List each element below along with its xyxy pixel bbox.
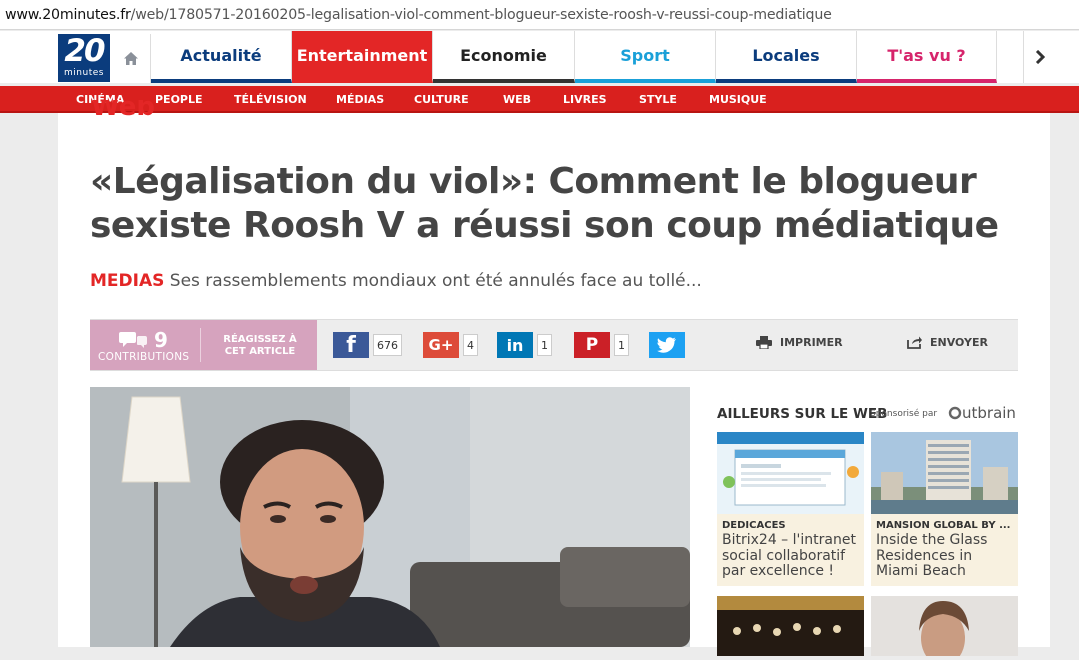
linkedin-icon: in [497,332,533,358]
pinterest-icon: P [574,332,610,358]
article-headline: «Légalisation du viol»: Comment le blogu… [90,160,1010,248]
subnav-culture[interactable]: CULTURE [414,86,469,113]
tab-sport[interactable]: Sport [575,31,716,83]
subnav-livres[interactable]: LIVRES [563,86,607,113]
send-label: ENVOYER [930,336,988,349]
card-2-title: Inside the Glass Residences in Miami Bea… [876,532,988,579]
rubrique-label: Web [91,100,155,120]
url-host: www.20minutes.fr [5,6,131,23]
googleplus-icon: G+ [423,332,459,358]
share-bar: 9 CONTRIBUTIONS RÉAGISSEZ À CET ARTICLE … [90,319,1018,371]
pinterest-count: 1 [614,334,629,356]
logo-word: minutes [64,68,104,78]
article-photo[interactable] [90,387,690,647]
nav-next-button[interactable] [1023,31,1056,83]
outbrain-heading: AILLEURS SUR LE WEB [717,406,888,422]
sponsored-card-1[interactable]: DEDICACES Bitrix24 – l'intranet social c… [717,432,864,586]
subnav-musique[interactable]: MUSIQUE [709,86,767,113]
tab-locales[interactable]: Locales [716,31,857,83]
main-nav: 20 minutes Actualité Entertainment Econo… [0,31,1079,83]
googleplus-share[interactable]: G+ 4 [423,332,478,358]
subnav-style[interactable]: STYLE [639,86,677,113]
twitter-share[interactable] [649,332,685,358]
lead-keyword[interactable]: MEDIAS [90,271,164,291]
sponsored-card-3[interactable] [717,596,864,656]
outbrain-logo[interactable]: utbrain [948,404,1016,422]
contributions-button[interactable]: 9 CONTRIBUTIONS RÉAGISSEZ À CET ARTICLE [90,320,317,370]
googleplus-count: 4 [463,334,478,356]
url-path: /web/1780571-20160205-legalisation-viol-… [130,6,832,23]
tab-economie[interactable]: Economie [433,31,575,83]
react-line-1: RÉAGISSEZ À [223,334,297,345]
outbrain-brand-text: utbrain [962,404,1016,422]
home-icon [123,52,138,65]
sub-nav: CINÉMA PEOPLE TÉLÉVISION MÉDIAS CULTURE … [0,86,1079,113]
comments-icon [119,332,147,348]
print-button[interactable]: IMPRIMER [756,336,843,349]
contributions-label: CONTRIBUTIONS [98,351,190,363]
url-text[interactable]: www.20minutes.fr/web/1780571-20160205-le… [5,7,832,23]
card-3-image [717,596,864,656]
subnav-television[interactable]: TÉLÉVISION [234,86,307,113]
send-icon [907,336,922,349]
subnav-medias[interactable]: MÉDIAS [336,86,384,113]
subnav-people[interactable]: PEOPLE [155,86,203,113]
site-logo[interactable]: 20 minutes [58,34,110,82]
pinterest-share[interactable]: P 1 [574,332,629,358]
print-label: IMPRIMER [780,336,843,349]
sponsored-label: Sponsorisé par [870,409,938,419]
twitter-icon [649,332,685,358]
home-button[interactable] [111,34,151,83]
card-2-image [871,432,1018,514]
linkedin-share[interactable]: in 1 [497,332,552,358]
headline-line-1: «Légalisation du viol»: Comment le blogu… [90,161,977,202]
react-link[interactable]: RÉAGISSEZ À CET ARTICLE [210,334,310,358]
headline-line-2: sexiste Roosh V a réussi son coup médiat… [90,205,999,246]
tab-entertainment[interactable]: Entertainment [292,31,433,83]
tab-actualite[interactable]: Actualité [151,31,292,83]
lead-text: Ses rassemblements mondiaux ont été annu… [164,271,702,291]
logo-number: 20 [64,33,105,69]
address-bar[interactable]: www.20minutes.fr/web/1780571-20160205-le… [0,0,1079,30]
article-lead: MEDIAS Ses rassemblements mondiaux ont é… [90,271,702,291]
outbrain-o-icon [948,406,962,420]
facebook-share[interactable]: f 676 [333,332,402,358]
chevron-right-icon [1035,50,1045,64]
subnav-web[interactable]: WEB [503,86,531,113]
tab-tas-vu[interactable]: T'as vu ? [857,31,997,83]
contrib-divider [200,328,201,362]
card-4-image [871,596,1018,660]
print-icon [756,336,772,349]
card-1-thumbnail [717,432,864,514]
card-1-title: Bitrix24 – l'intranet social collaborati… [722,532,856,579]
sponsored-card-4[interactable] [871,596,1018,660]
linkedin-count: 1 [537,334,552,356]
facebook-icon: f [333,332,369,358]
contributions-number: 9 [154,328,168,352]
card-2-source: MANSION GLOBAL BY ... [876,520,1011,531]
react-line-2: CET ARTICLE [224,346,296,357]
sponsored-card-2[interactable]: MANSION GLOBAL BY ... Inside the Glass R… [871,432,1018,586]
facebook-count: 676 [373,334,402,356]
card-1-source: DEDICACES [722,520,786,531]
article-photo-illustration [90,387,690,647]
send-button[interactable]: ENVOYER [907,336,988,349]
nav-edge [1056,31,1079,83]
card-2-thumbnail [871,432,1018,514]
contributions-count: 9 [118,328,168,352]
card-1-image [717,432,864,514]
